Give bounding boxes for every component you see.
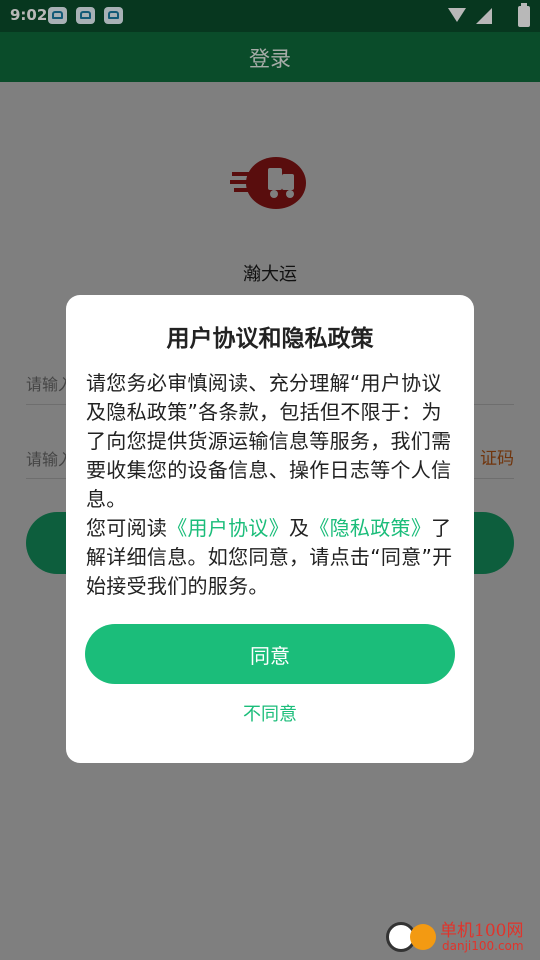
dialog-paragraph: 请您务必审慎阅读、充分理解“用户协议及隐私政策”各条款，包括但不限于：为了向您提…: [86, 371, 452, 511]
agreement-dialog: 用户协议和隐私政策 请您务必审慎阅读、充分理解“用户协议及隐私政策”各条款，包括…: [66, 295, 474, 763]
watermark: 单机100网 danji100.com: [386, 914, 536, 958]
overlay-top: [0, 0, 540, 82]
privacy-policy-link[interactable]: 《隐私政策》: [309, 516, 431, 540]
text: 及: [289, 516, 310, 540]
dialog-title: 用户协议和隐私政策: [166, 326, 374, 352]
text: 您可阅读: [86, 516, 168, 540]
dialog-paragraph: 您可阅读《用户协议》及《隐私政策》了解详细信息。如您同意，请点击“同意”开始接受…: [86, 514, 458, 601]
watermark-name: 单机100网: [440, 921, 524, 941]
disagree-button[interactable]: 不同意: [66, 700, 474, 726]
agree-button[interactable]: 同意: [85, 624, 455, 684]
user-agreement-link[interactable]: 《用户协议》: [167, 516, 289, 540]
watermark-logo-icon: [410, 924, 436, 950]
dialog-body: 请您务必审慎阅读、充分理解“用户协议及隐私政策”各条款，包括但不限于：为了向您提…: [86, 369, 458, 601]
watermark-url: danji100.com: [442, 939, 524, 953]
